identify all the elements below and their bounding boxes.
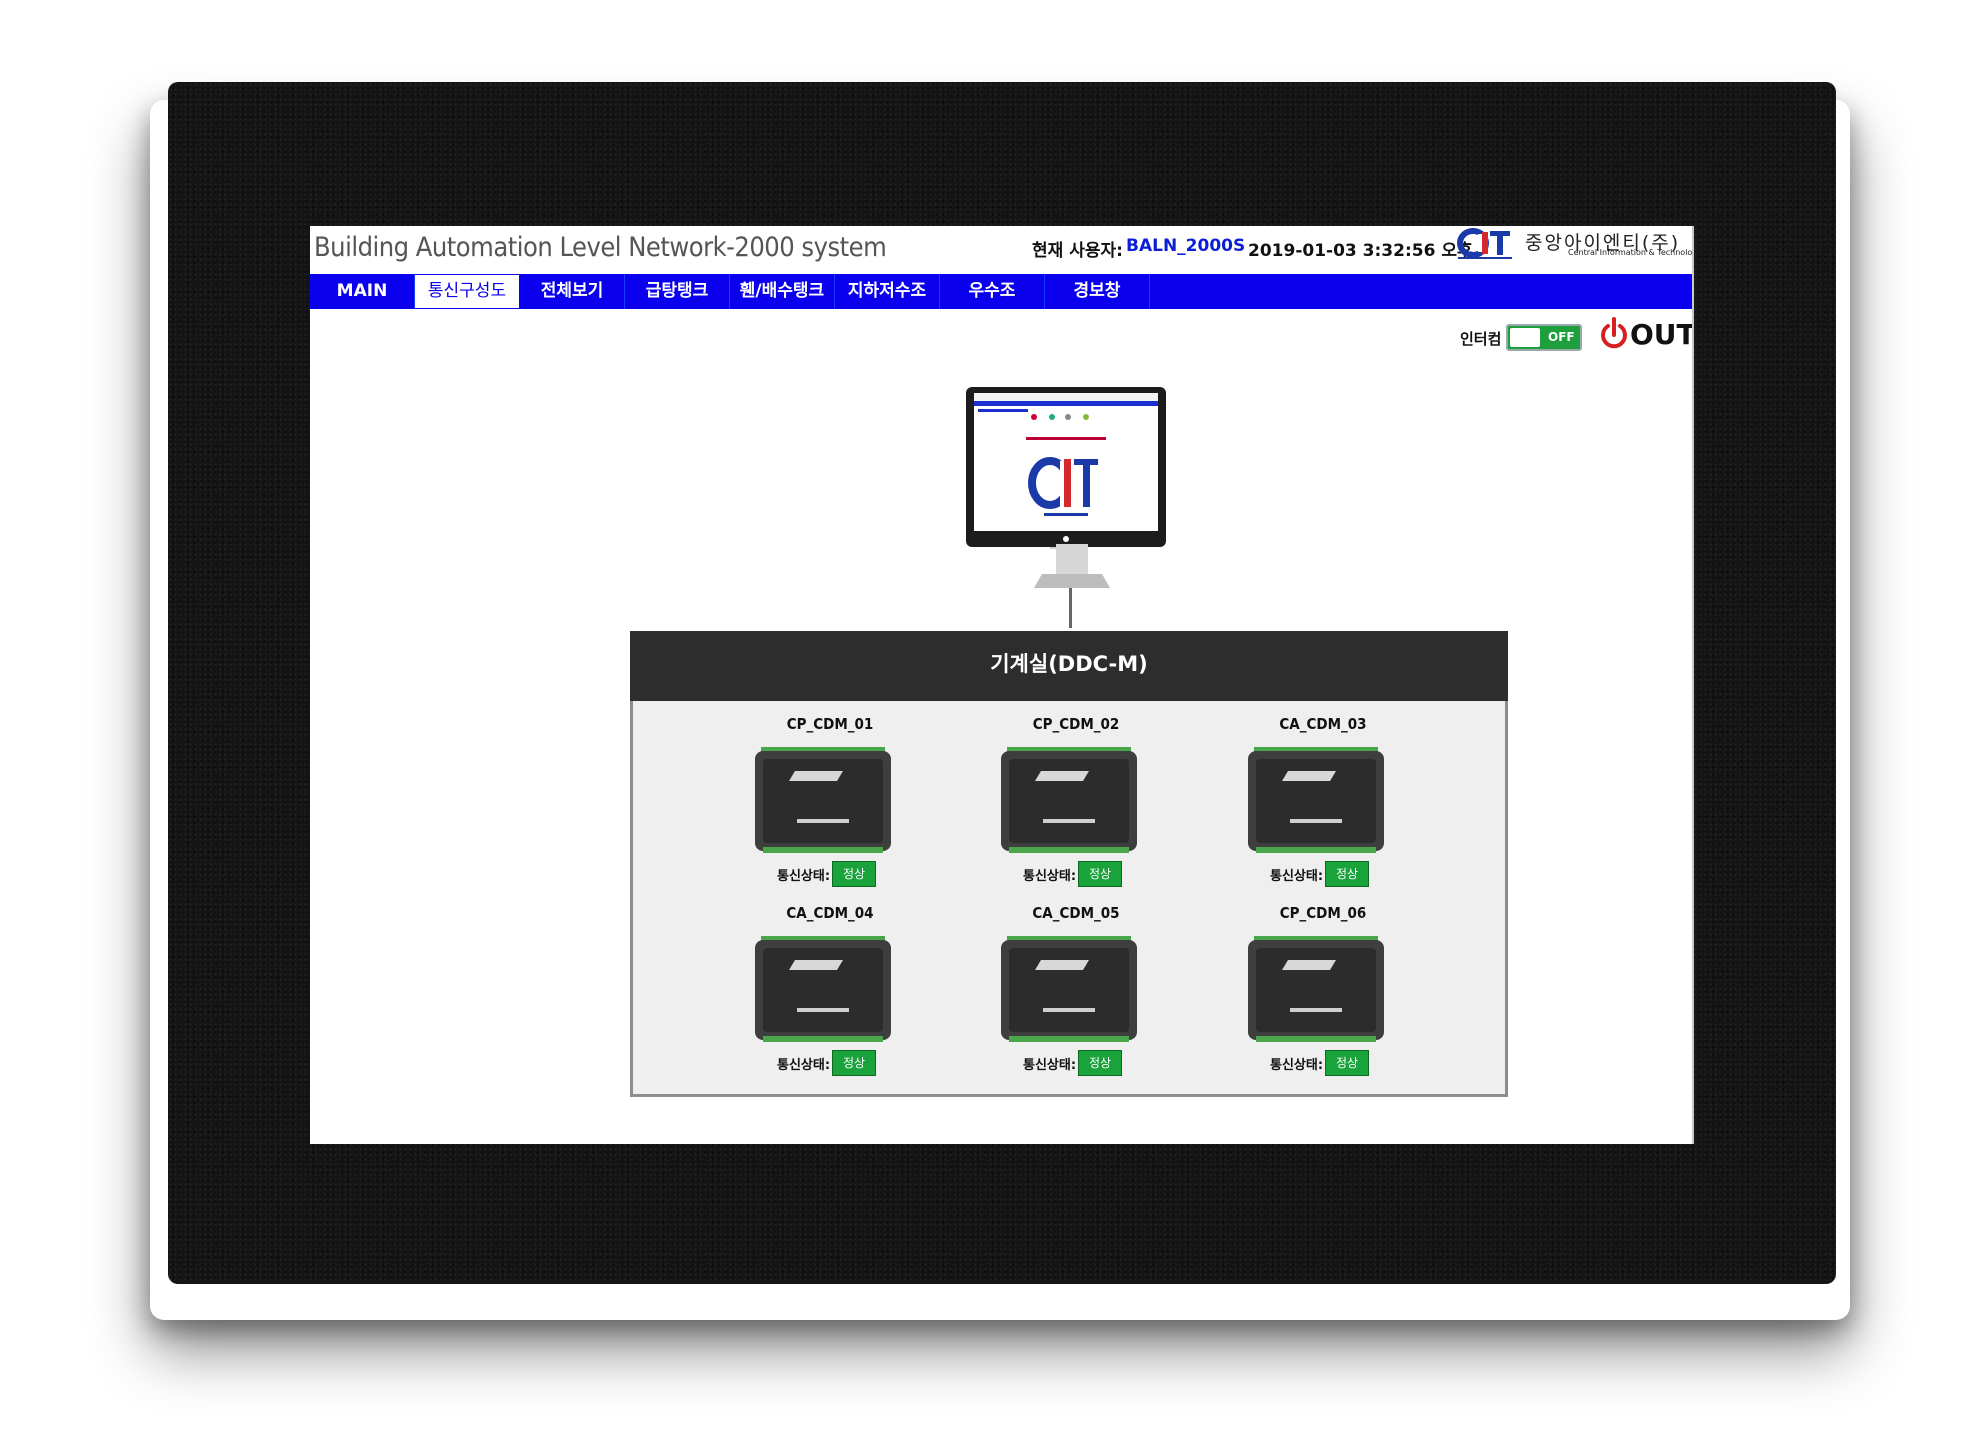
status-badge: 정상 <box>832 861 876 887</box>
status-label: 통신상태: <box>777 1058 831 1073</box>
controller-device-icon <box>1001 747 1137 853</box>
tab-alarm-window[interactable]: 경보창 <box>1045 274 1150 309</box>
controller-device-icon <box>1248 936 1384 1042</box>
app-screen: Building Automation Level Network-2000 s… <box>310 226 1694 1144</box>
device-name: CP_CDM_02 <box>1032 715 1120 733</box>
company-logo-icon <box>1457 228 1512 259</box>
device-card[interactable]: CA_CDM_05 통신상태: 정상 <box>1001 904 1181 1089</box>
panel-title: 기계실(DDC-M) <box>630 631 1508 701</box>
status-badge: 정상 <box>1325 1050 1369 1076</box>
logout-button[interactable]: OUT <box>1600 316 1692 356</box>
intercom-label: 인터컴 <box>1460 330 1502 348</box>
logout-label: OUT <box>1630 318 1694 351</box>
current-user-label: 현재 사용자: <box>1032 241 1123 261</box>
current-user-value: BALN_2000S <box>1126 236 1246 256</box>
title-bar: Building Automation Level Network-2000 s… <box>310 226 1692 274</box>
status-label: 통신상태: <box>777 869 831 884</box>
device-name: CA_CDM_03 <box>1279 715 1367 733</box>
network-connector-line <box>1069 588 1072 628</box>
device-name: CA_CDM_05 <box>1032 904 1120 922</box>
power-icon <box>1601 317 1627 349</box>
device-name: CP_CDM_01 <box>786 715 874 733</box>
device-name: CP_CDM_06 <box>1279 904 1367 922</box>
monitor-stand-icon <box>1034 544 1110 588</box>
intercom-toggle[interactable]: OFF <box>1506 324 1582 351</box>
controller-device-icon <box>755 747 891 853</box>
device-card[interactable]: CP_CDM_02 통신상태: 정상 <box>1001 715 1181 900</box>
server-monitor-icon <box>966 387 1166 549</box>
device-panel: CP_CDM_01 통신상태: 정상 CP_CDM_02 통신상태: 정상 CA… <box>630 701 1508 1097</box>
tab-overview[interactable]: 전체보기 <box>520 274 625 309</box>
datetime-display: 2019-01-03 3:32:56 오후 <box>1248 241 1473 261</box>
app-title: Building Automation Level Network-2000 s… <box>314 232 887 263</box>
company-subtitle: Central Information & Technology Co.,LTD <box>1568 248 1693 257</box>
controller-device-icon <box>1001 936 1137 1042</box>
status-badge: 정상 <box>1078 1050 1122 1076</box>
device-name: CA_CDM_04 <box>786 904 874 922</box>
tab-fan-drain-tank[interactable]: 휀/배수탱크 <box>730 274 835 309</box>
status-label: 통신상태: <box>1270 1058 1324 1073</box>
device-card[interactable]: CA_CDM_04 통신상태: 정상 <box>755 904 935 1089</box>
toggle-knob <box>1510 328 1540 347</box>
status-label: 통신상태: <box>1270 869 1324 884</box>
toggle-state-text: OFF <box>1548 330 1575 344</box>
tab-underground-reservoir[interactable]: 지하저수조 <box>835 274 940 309</box>
tab-rainwater-tank[interactable]: 우수조 <box>940 274 1045 309</box>
controller-device-icon <box>1248 747 1384 853</box>
controller-device-icon <box>755 936 891 1042</box>
device-card[interactable]: CP_CDM_01 통신상태: 정상 <box>755 715 935 900</box>
status-label: 통신상태: <box>1023 1058 1077 1073</box>
tab-hot-water-tank[interactable]: 급탕탱크 <box>625 274 730 309</box>
nav-bar: MAIN 통신구성도 전체보기 급탕탱크 휀/배수탱크 지하저수조 우수조 경보… <box>310 274 1692 309</box>
status-label: 통신상태: <box>1023 869 1077 884</box>
tab-main[interactable]: MAIN <box>310 274 415 309</box>
status-badge: 정상 <box>1078 861 1122 887</box>
status-badge: 정상 <box>1325 861 1369 887</box>
device-card[interactable]: CP_CDM_06 통신상태: 정상 <box>1248 904 1428 1089</box>
tab-network-diagram[interactable]: 통신구성도 <box>415 275 519 308</box>
status-badge: 정상 <box>832 1050 876 1076</box>
device-card[interactable]: CA_CDM_03 통신상태: 정상 <box>1248 715 1428 900</box>
